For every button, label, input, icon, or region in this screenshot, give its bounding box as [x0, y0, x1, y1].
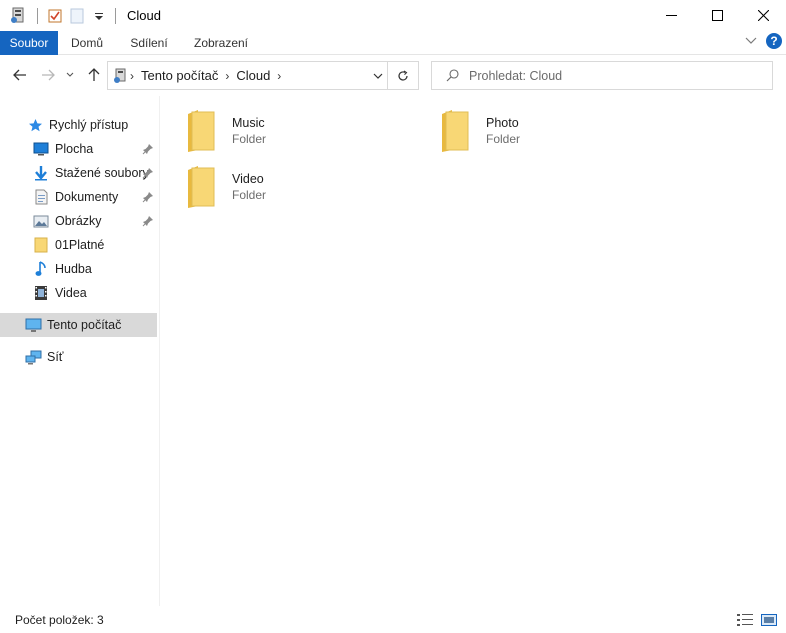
- toolbar-separator: [37, 7, 38, 24]
- folder-name: Music: [232, 116, 265, 130]
- expand-ribbon-chevron-icon[interactable]: [744, 34, 758, 48]
- large-icons-view-icon[interactable]: [760, 613, 778, 627]
- sidebar-item-label: 01Platné: [55, 238, 105, 252]
- cloud-drive-icon[interactable]: [8, 6, 28, 26]
- sidebar-item-label: Tento počítač: [47, 318, 122, 332]
- search-icon: [446, 69, 459, 82]
- pin-icon[interactable]: [142, 167, 154, 179]
- sidebar-item-01platne[interactable]: 01Platné: [0, 233, 157, 257]
- help-icon[interactable]: ?: [766, 33, 782, 49]
- download-icon: [32, 164, 50, 182]
- sidebar-item-documents[interactable]: Dokumenty: [0, 185, 157, 209]
- folder-name: Video: [232, 172, 264, 186]
- window-title: Cloud: [127, 8, 161, 23]
- tab-home[interactable]: Domů: [62, 31, 112, 55]
- sidebar-item-pictures[interactable]: Obrázky: [0, 209, 157, 233]
- ribbon-tabs: Soubor Domů Sdílení Zobrazení ?: [0, 31, 786, 55]
- music-icon: [32, 260, 50, 278]
- status-bar: Počet položek: 3: [0, 607, 786, 633]
- folder-icon: [442, 110, 469, 152]
- sidebar-item-label: Síť: [47, 350, 64, 364]
- sidebar-item-label: Stažené soubory: [55, 166, 149, 180]
- pin-icon[interactable]: [142, 143, 154, 155]
- folder-item-photo[interactable]: Photo Folder: [414, 108, 654, 158]
- pin-icon[interactable]: [142, 215, 154, 227]
- folder-icon: [188, 110, 215, 152]
- breadcrumb-this-pc[interactable]: Tento počítač: [141, 68, 218, 83]
- ribbon-right-controls: ?: [744, 33, 782, 49]
- breadcrumb-chevron-icon[interactable]: ›: [130, 69, 134, 83]
- folder-item-video[interactable]: Video Folder: [160, 164, 400, 214]
- sidebar-item-music[interactable]: Hudba: [0, 257, 157, 281]
- window-controls: [648, 0, 786, 31]
- sidebar-item-label: Dokumenty: [55, 190, 119, 204]
- folder-item-music[interactable]: Music Folder: [160, 108, 400, 158]
- breadcrumb-chevron-icon[interactable]: ›: [277, 69, 281, 83]
- folder-icon: [32, 236, 50, 254]
- properties-icon[interactable]: [45, 6, 65, 26]
- breadcrumb-chevron-icon[interactable]: ›: [225, 69, 229, 83]
- up-button[interactable]: [84, 65, 104, 85]
- sidebar-item-label: Rychlý přístup: [49, 118, 129, 132]
- folder-type: Folder: [486, 132, 521, 146]
- view-switcher: [730, 613, 778, 627]
- file-list: Music Folder Photo Folder Video Folder: [160, 96, 786, 606]
- address-bar[interactable]: › Tento počítač › Cloud ›: [107, 61, 419, 90]
- sidebar-item-desktop[interactable]: Plocha: [0, 137, 157, 161]
- forward-button[interactable]: [38, 65, 58, 85]
- computer-icon: [24, 316, 42, 334]
- tab-file[interactable]: Soubor: [0, 31, 58, 55]
- desktop-icon: [32, 140, 50, 158]
- item-count: Počet položek: 3: [15, 613, 104, 627]
- pin-icon[interactable]: [142, 191, 154, 203]
- sidebar-item-network[interactable]: Síť: [0, 345, 157, 369]
- folder-type: Folder: [232, 132, 267, 146]
- tab-share[interactable]: Sdílení: [122, 31, 176, 55]
- documents-icon: [32, 188, 50, 206]
- back-button[interactable]: [10, 65, 30, 85]
- sidebar-item-videos[interactable]: Videa: [0, 281, 157, 305]
- pictures-icon: [32, 212, 50, 230]
- minimize-button[interactable]: [648, 0, 694, 31]
- toolbar-separator: [115, 7, 116, 24]
- folder-name: Photo: [486, 116, 519, 130]
- sidebar-item-label: Obrázky: [55, 214, 102, 228]
- sidebar-item-label: Hudba: [55, 262, 92, 276]
- refresh-button[interactable]: [387, 62, 418, 89]
- customize-toolbar-chevron-icon[interactable]: [89, 6, 109, 26]
- search-box: [431, 61, 773, 90]
- sidebar-item-label: Plocha: [55, 142, 94, 156]
- recent-locations-chevron-icon[interactable]: [63, 65, 77, 85]
- maximize-button[interactable]: [694, 0, 740, 31]
- sidebar-item-this-pc[interactable]: Tento počítač: [0, 313, 157, 337]
- address-dropdown-chevron-icon[interactable]: [370, 68, 386, 84]
- details-view-icon[interactable]: [736, 613, 754, 627]
- quick-access-toolbar: Cloud: [0, 0, 161, 31]
- tab-view[interactable]: Zobrazení: [186, 31, 256, 55]
- folder-icon: [188, 166, 215, 208]
- sidebar-item-quick-access[interactable]: Rychlý přístup: [0, 113, 157, 137]
- breadcrumb-cloud[interactable]: Cloud: [236, 68, 270, 83]
- star-icon: [26, 116, 44, 134]
- new-folder-icon[interactable]: [67, 6, 87, 26]
- folder-type: Folder: [232, 188, 267, 202]
- close-button[interactable]: [740, 0, 786, 31]
- navigation-bar: › Tento počítač › Cloud ›: [0, 56, 786, 94]
- sidebar-item-downloads[interactable]: Stažené soubory: [0, 161, 157, 185]
- search-input[interactable]: [469, 68, 759, 83]
- cloud-drive-icon: [113, 68, 127, 84]
- sidebar-item-label: Videa: [55, 286, 87, 300]
- navigation-pane: Rychlý přístup Plocha Stažené soubory Do…: [0, 104, 159, 604]
- video-icon: [32, 284, 50, 302]
- title-bar: Cloud: [0, 0, 786, 31]
- network-icon: [24, 348, 42, 366]
